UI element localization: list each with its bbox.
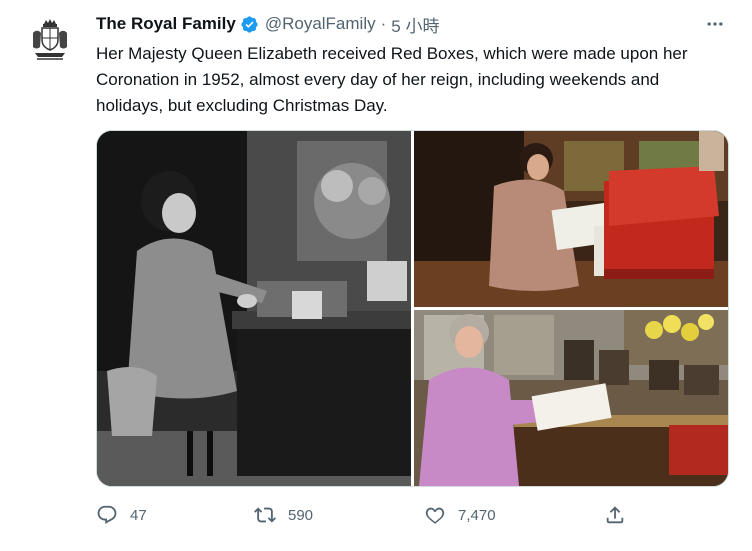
tweet-text: Her Majesty Queen Elizabeth received Red… [96, 44, 688, 115]
like-count: 7,470 [458, 506, 496, 524]
tweet-timestamp[interactable]: 5 小時 [391, 12, 439, 37]
separator-dot: · [380, 14, 387, 33]
more-icon [707, 22, 723, 26]
display-name[interactable]: The Royal Family [96, 14, 236, 34]
tweet-actions: 47 590 7,470 [96, 500, 726, 530]
user-handle[interactable]: @RoyalFamily [265, 14, 376, 34]
retweet-count: 590 [288, 506, 314, 524]
share-icon [604, 504, 626, 526]
retweet-button[interactable]: 590 [254, 500, 313, 530]
photo-queen-in-pink[interactable] [414, 310, 728, 486]
more-options-button[interactable] [702, 12, 728, 36]
photo-queen-with-red-box[interactable] [414, 131, 728, 307]
coat-of-arms-icon [26, 16, 74, 64]
reply-icon [96, 504, 118, 526]
reply-count: 47 [130, 506, 147, 524]
avatar[interactable] [24, 14, 76, 66]
media-grid [96, 130, 729, 487]
like-button[interactable]: 7,470 [424, 500, 496, 530]
verified-badge-icon [240, 15, 259, 34]
share-button[interactable] [604, 500, 638, 530]
photo-queen-at-desk-bw[interactable] [97, 131, 411, 486]
heart-icon [424, 504, 446, 526]
tweet-header: The Royal Family @RoyalFamily · 5 小時 [96, 12, 439, 36]
tweet[interactable]: The Royal Family @RoyalFamily · 5 小時 Her… [0, 0, 752, 551]
reply-button[interactable]: 47 [96, 500, 147, 530]
retweet-icon [254, 504, 276, 526]
